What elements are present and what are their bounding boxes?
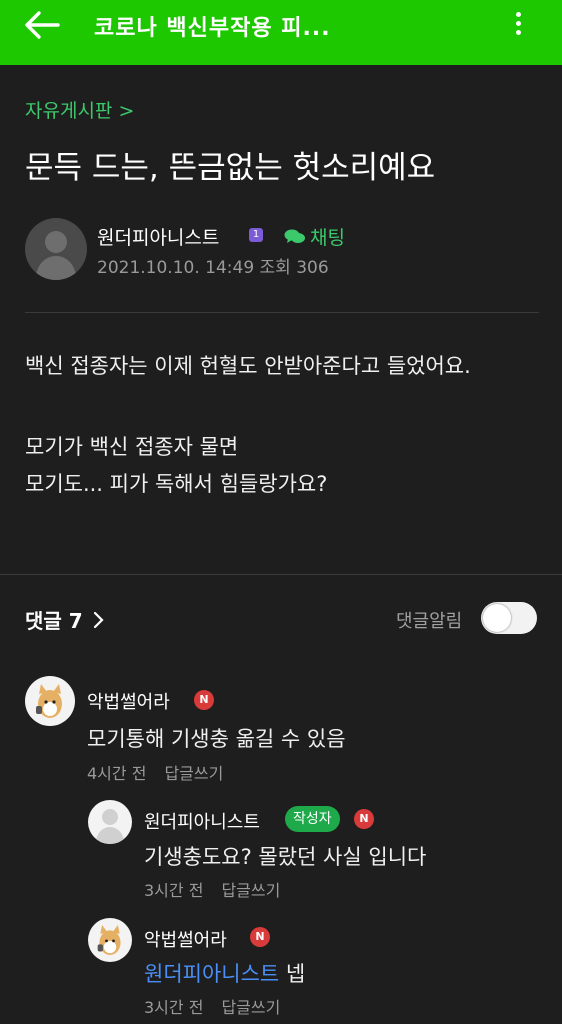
commenter-name[interactable]: 악법썰어라	[87, 688, 170, 714]
new-badge: N	[250, 927, 270, 947]
comment-time: 3시간 전	[144, 881, 204, 900]
reply-button[interactable]: 답글쓰기	[221, 881, 280, 900]
comment-time: 3시간 전	[144, 998, 204, 1017]
chat-label: 채팅	[310, 227, 345, 249]
app-header: 코로나 백신부작용 피...	[0, 0, 562, 65]
new-badge: N	[194, 690, 214, 710]
comment-time: 4시간 전	[87, 764, 147, 783]
comment-text: 기생충도요? 몰랐던 사실 입니다	[144, 845, 427, 869]
author-name[interactable]: 원더피아니스트	[97, 223, 219, 250]
board-breadcrumb[interactable]: 자유게시판 >	[25, 96, 134, 123]
comment-text: 원더피아니스트 넵	[144, 958, 305, 988]
divider	[0, 574, 562, 575]
member-level-badge: 1	[249, 228, 263, 242]
commenter-avatar[interactable]	[88, 800, 132, 844]
toggle-knob	[483, 604, 511, 632]
chat-button[interactable]: 채팅	[284, 223, 345, 250]
chat-bubble-icon	[284, 229, 305, 243]
back-button[interactable]	[22, 10, 62, 40]
comment-meta: 3시간 전 답글쓰기	[144, 994, 280, 1018]
comment-text-body: 넵	[279, 962, 306, 986]
post-body-line: 모기가 백신 접종자 물면	[25, 435, 239, 459]
comment-notify-label: 댓글알림	[396, 611, 463, 632]
post-body-line: 백신 접종자는 이제 헌혈도 안받아준다고 들었어요.	[25, 354, 471, 378]
author-tag: 작성자	[285, 806, 340, 832]
post-body-line: 모기도... 피가 독해서 힘들랑가요?	[25, 472, 328, 496]
more-options-button[interactable]	[508, 8, 528, 42]
default-user-icon	[95, 809, 125, 844]
reply-button[interactable]: 답글쓰기	[164, 764, 223, 783]
reply-button[interactable]: 답글쓰기	[221, 998, 280, 1017]
mention-link[interactable]: 원더피아니스트	[144, 962, 279, 986]
shiba-dog-avatar-icon	[97, 925, 121, 955]
comment-text: 모기통해 기생충 옮길 수 있음	[87, 727, 346, 751]
commenter-name[interactable]: 원더피아니스트	[144, 808, 260, 834]
divider	[25, 312, 539, 313]
arrow-left-icon	[25, 11, 60, 39]
shiba-dog-avatar-icon	[36, 684, 62, 718]
default-user-icon	[35, 231, 77, 280]
chevron-right-icon	[93, 611, 104, 628]
commenter-avatar[interactable]	[88, 918, 132, 962]
page-title: 코로나 백신부작용 피...	[94, 16, 331, 41]
comment-notify-toggle[interactable]	[481, 602, 537, 634]
commenter-avatar[interactable]	[25, 676, 75, 726]
post-meta: 2021.10.10. 14:49 조회 306	[97, 258, 329, 278]
post-title: 문득 드는, 뜬금없는 헛소리예요	[25, 150, 436, 186]
comment-meta: 3시간 전 답글쓰기	[144, 877, 280, 901]
new-badge: N	[354, 809, 374, 829]
comments-count-link[interactable]: 댓글 7	[25, 605, 107, 634]
author-avatar[interactable]	[25, 218, 87, 280]
comment-meta: 4시간 전 답글쓰기	[87, 760, 223, 784]
commenter-name[interactable]: 악법썰어라	[144, 926, 227, 952]
comments-count-label: 댓글 7	[25, 609, 83, 633]
vertical-dots-icon	[515, 12, 521, 17]
